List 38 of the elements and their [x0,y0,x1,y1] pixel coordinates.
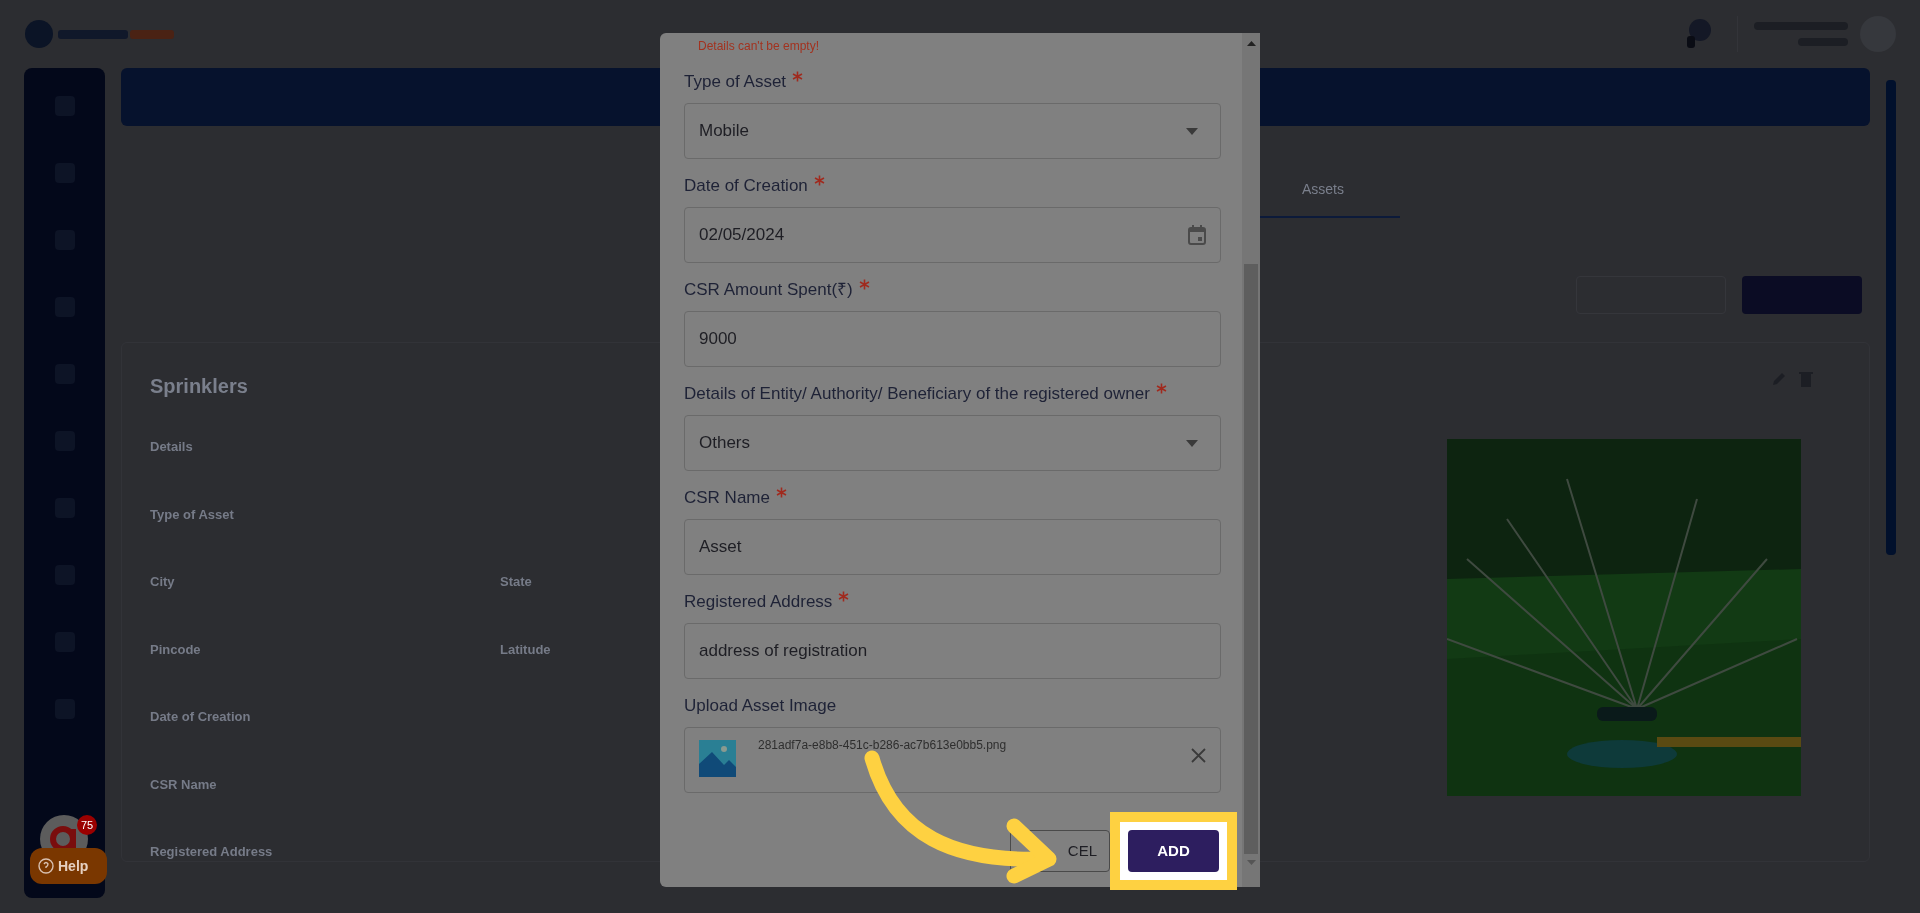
detail-label: Registered Address [150,843,273,861]
calendar-icon [1188,225,1206,245]
add-button[interactable]: ADD [1128,830,1219,872]
upload-field[interactable]: 281adf7a-e8b8-451c-b286-ac7b613e0bb5.png [684,727,1221,793]
close-icon[interactable] [1191,748,1206,763]
field-label: Type of Asset [684,71,787,93]
file-name: 281adf7a-e8b8-451c-b286-ac7b613e0bb5.png [758,738,1008,752]
error-message: Details can't be empty! [697,38,820,55]
field-label: Date of Creation [684,175,808,197]
add-asset-button[interactable] [1742,276,1862,314]
image-file-icon [699,740,736,777]
field-label: CSR Amount Spent(₹) [684,279,853,301]
scroll-up-icon[interactable] [1246,41,1256,46]
field-label: CSR Name [684,487,770,509]
field-label: Registered Address [684,591,833,613]
text-field[interactable]: address of registration [684,623,1221,679]
scroll-down-icon[interactable] [1246,860,1256,865]
scrollbar-thumb[interactable] [1244,264,1258,854]
select-field[interactable]: Others [684,415,1221,471]
detail-label: Date of Creation [150,708,251,726]
dropdown-caret-icon [1186,439,1198,447]
detail-label: Details [150,438,193,456]
detail-label: State [500,573,532,591]
card-title: Sprinklers [150,374,248,399]
detail-label: Latitude [500,640,551,659]
detail-label: CSR Name [150,775,217,794]
detail-label: Pincode [150,640,201,659]
select-field[interactable]: Mobile [684,103,1221,159]
text-field[interactable]: Asset [684,519,1221,575]
field-label: Upload Asset Image [684,695,837,717]
detail-label: Type of Asset [150,505,234,524]
help-button[interactable]: Help [30,848,107,884]
detail-label: City [150,573,175,591]
text-field[interactable]: 9000 [684,311,1221,367]
field-label: Details of Entity/ Authority/ Beneficiary of the registered owner [684,383,1150,405]
question-icon [38,858,54,874]
date-field[interactable]: 02/05/2024 [684,207,1221,263]
logo-icon [24,19,174,49]
